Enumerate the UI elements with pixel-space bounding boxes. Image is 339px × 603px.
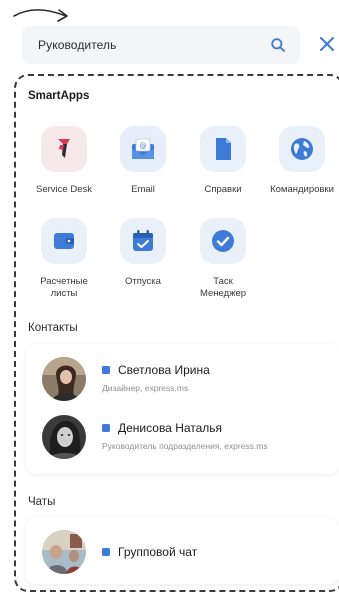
app-label-line2: Менеджер — [199, 288, 247, 299]
contact-name-text: Светлова Ирина — [118, 363, 210, 377]
contact-item[interactable]: Светлова Ирина Дизайнер, express.ms — [42, 357, 332, 403]
chats-card: Групповой чат — [26, 518, 339, 584]
service-desk-icon — [41, 126, 87, 172]
briefcase-icon — [102, 424, 110, 432]
search-bar: Руководитель — [22, 26, 339, 64]
contact-name: Светлова Ирина — [102, 363, 210, 377]
email-icon: @ — [120, 126, 166, 172]
app-komandirovki[interactable]: Командировки — [262, 126, 339, 196]
app-label-line2: листы — [50, 288, 78, 299]
contacts-title: Контакты — [28, 322, 78, 334]
search-icon[interactable] — [270, 37, 286, 53]
document-icon — [200, 126, 246, 172]
smartapps-title: SmartApps — [28, 90, 90, 102]
app-otpuska[interactable]: Отпуска — [103, 218, 183, 288]
app-service-desk[interactable]: Service Desk — [24, 126, 104, 196]
app-spravki[interactable]: Справки — [183, 126, 263, 196]
chat-name-text: Групповой чат — [118, 545, 198, 559]
avatar — [42, 357, 86, 401]
contact-role: Дизайнер, express.ms — [102, 383, 189, 393]
wallet-icon — [41, 218, 87, 264]
app-label: Service Desk — [36, 184, 92, 195]
app-label-line1: Таск — [213, 276, 233, 287]
app-email[interactable]: @ Email — [103, 126, 183, 196]
calendar-icon — [120, 218, 166, 264]
search-input[interactable]: Руководитель — [22, 26, 300, 64]
app-label-line1: Расчетные — [40, 276, 88, 287]
app-label: Отпуска — [125, 276, 161, 287]
avatar — [42, 530, 86, 574]
app-label: Командировки — [270, 184, 334, 195]
contact-name-text: Денисова Наталья — [118, 421, 223, 435]
app-label: Таск Менеджер — [183, 276, 263, 300]
app-raschetnye-listy[interactable]: Расчетные листы — [24, 218, 104, 300]
app-label: Справки — [204, 184, 242, 195]
chat-item[interactable]: Групповой чат — [42, 530, 332, 576]
contact-role: Руководитель подразделения, express.ms — [102, 441, 268, 451]
briefcase-icon — [102, 548, 110, 556]
task-check-icon — [200, 218, 246, 264]
app-label: Расчетные листы — [24, 276, 104, 300]
app-label: Email — [131, 184, 155, 195]
globe-icon — [279, 126, 325, 172]
avatar — [42, 415, 86, 459]
contact-item[interactable]: Денисова Наталья Руководитель подразделе… — [42, 415, 332, 461]
svg-text:@: @ — [140, 142, 147, 150]
chats-title: Чаты — [28, 496, 56, 508]
close-icon[interactable] — [318, 35, 336, 53]
contacts-card: Светлова Ирина Дизайнер, express.ms Дени… — [26, 344, 339, 474]
search-query: Руководитель — [38, 38, 117, 52]
briefcase-icon — [102, 366, 110, 374]
chat-name: Групповой чат — [102, 545, 197, 559]
contact-name: Денисова Наталья — [102, 421, 222, 435]
app-task-manager[interactable]: Таск Менеджер — [183, 218, 263, 300]
